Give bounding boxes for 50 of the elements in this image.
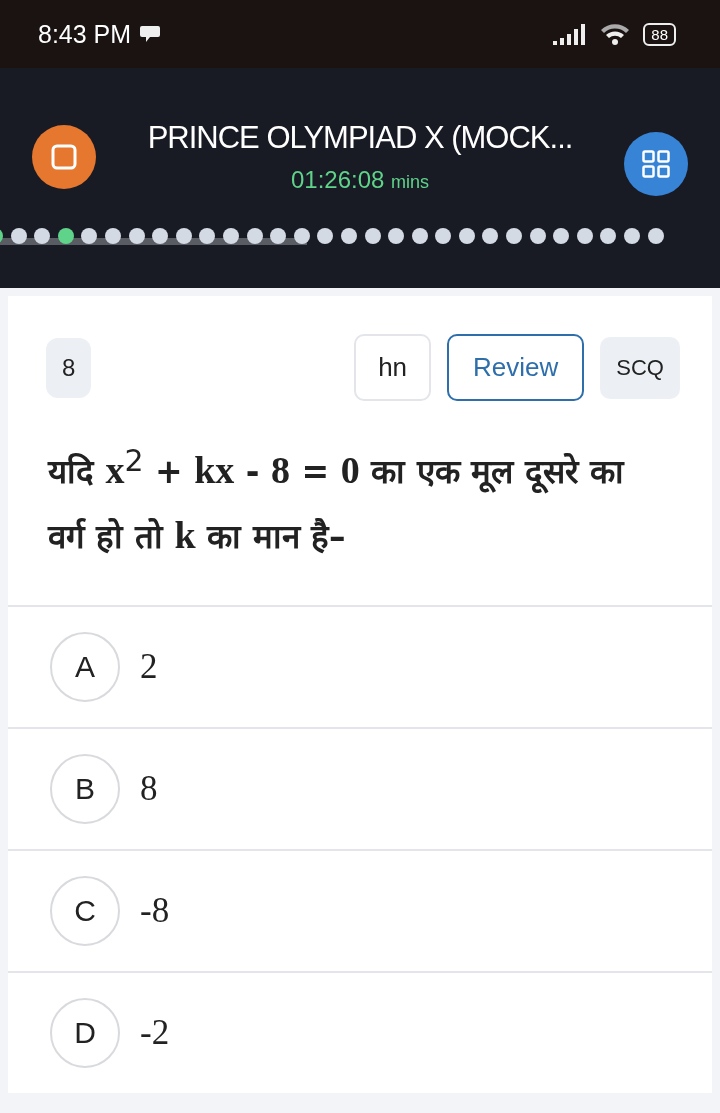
question-text: यदि x$^{2}$ + kx - 8 = 0 का एक मूल दूसरे का वर्ग हो तो k का मान है– (46, 442, 626, 558)
option-letter[interactable]: D (50, 998, 120, 1069)
question-dot[interactable] (104, 228, 121, 244)
language-button[interactable]: hn (354, 334, 432, 401)
question-dot[interactable] (364, 228, 381, 244)
clock-time: 8:43 PM (38, 19, 132, 49)
question-number: 8 (46, 337, 92, 398)
question-dot[interactable] (317, 228, 334, 244)
question-dot[interactable] (529, 228, 546, 244)
option-text[interactable]: -2 (140, 1013, 170, 1054)
question-dot[interactable] (600, 228, 617, 244)
question-dot[interactable] (388, 228, 405, 244)
question-dot[interactable] (435, 228, 452, 244)
test-title: PRINCE OLYMPIAD X (MOCK... (147, 120, 573, 156)
question-dot[interactable] (222, 228, 239, 244)
question-dot[interactable] (506, 228, 523, 244)
question-dot[interactable] (175, 228, 192, 244)
question-dot[interactable] (624, 228, 641, 244)
question-dot[interactable] (576, 228, 593, 244)
option-text[interactable]: 2 (140, 647, 158, 688)
question-dot[interactable] (293, 228, 310, 244)
question-dot[interactable] (411, 228, 428, 244)
option-text[interactable]: -8 (140, 891, 170, 932)
countdown-timer: 01:26:08 mins (290, 166, 430, 194)
question-dot[interactable] (458, 228, 475, 244)
question-type-tag: SCQ (600, 336, 680, 399)
square-icon (51, 144, 77, 170)
question-dot[interactable] (10, 228, 27, 244)
wifi-icon (599, 21, 632, 47)
option-letter[interactable]: C (50, 876, 120, 947)
question-dot[interactable] (81, 228, 98, 244)
question-dot[interactable] (340, 228, 357, 244)
question-dot[interactable] (152, 228, 169, 244)
grid-icon (642, 150, 670, 178)
option-letter[interactable]: B (50, 754, 120, 825)
review-button[interactable]: Review (447, 334, 585, 401)
signal-icon (553, 23, 588, 45)
question-dot[interactable] (553, 228, 570, 244)
question-dot[interactable] (199, 228, 216, 244)
option-letter[interactable]: A (50, 632, 120, 703)
question-dot[interactable] (270, 228, 287, 244)
question-dot[interactable] (34, 228, 51, 244)
question-dot[interactable] (482, 228, 499, 244)
question-dot[interactable] (246, 228, 263, 244)
battery-indicator: 88 (643, 22, 676, 46)
question-dot[interactable] (57, 228, 74, 244)
question-dot[interactable] (647, 228, 664, 244)
question-dot[interactable] (128, 228, 145, 244)
option-text[interactable]: 8 (140, 769, 158, 810)
chat-bubble-icon (139, 24, 162, 44)
